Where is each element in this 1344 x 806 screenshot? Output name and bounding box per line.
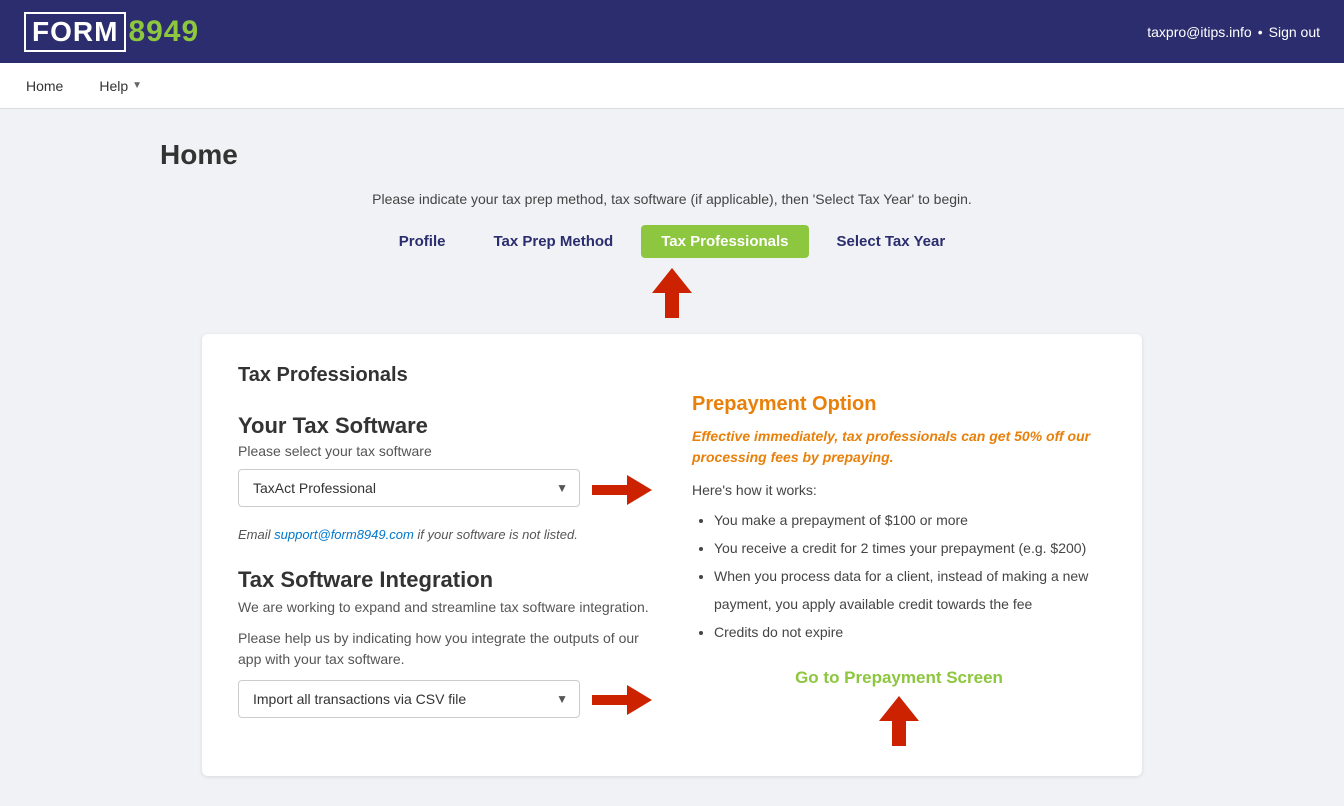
email-note-suffix: if your software is not listed. xyxy=(417,527,577,542)
sign-out-link[interactable]: Sign out xyxy=(1269,24,1320,40)
bullet-2: You receive a credit for 2 times your pr… xyxy=(714,534,1106,562)
prepayment-arrow-container xyxy=(692,696,1106,746)
bullet-3: When you process data for a client, inst… xyxy=(714,562,1106,618)
integration-desc2: Please help us by indicating how you int… xyxy=(238,628,652,670)
software-select-row: TaxAct Professional TurboTax Professiona… xyxy=(238,469,652,515)
your-software-title: Your Tax Software xyxy=(238,413,652,439)
support-email-link[interactable]: support@form8949.com xyxy=(274,527,414,542)
bullet-4: Credits do not expire xyxy=(714,618,1106,646)
bullet-list: You make a prepayment of $100 or more Yo… xyxy=(692,506,1106,646)
logo-number-text: 8949 xyxy=(128,15,199,49)
instruction-text: Please indicate your tax prep method, ta… xyxy=(20,191,1324,207)
nav-bar: Home Help ▼ xyxy=(0,63,1344,109)
tab-tax-prep-method[interactable]: Tax Prep Method xyxy=(473,225,633,258)
user-email: taxpro@itips.info xyxy=(1147,24,1251,40)
nav-home[interactable]: Home xyxy=(20,74,69,98)
integration-red-arrow xyxy=(592,685,652,720)
left-column: Your Tax Software Please select your tax… xyxy=(238,393,652,746)
software-select[interactable]: TaxAct Professional TurboTax Professiona… xyxy=(238,469,580,507)
software-select-wrapper: TaxAct Professional TurboTax Professiona… xyxy=(238,469,580,507)
up-arrow-icon xyxy=(652,268,692,318)
tab-bar: Profile Tax Prep Method Tax Professional… xyxy=(20,225,1324,258)
bullet-1: You make a prepayment of $100 or more xyxy=(714,506,1106,534)
email-note-prefix: Email xyxy=(238,527,271,542)
software-red-arrow xyxy=(592,475,652,510)
nav-help-label: Help xyxy=(99,78,128,94)
tab-profile[interactable]: Profile xyxy=(379,225,466,258)
integration-select[interactable]: Import all transactions via CSV file Man… xyxy=(238,680,580,718)
tab-tax-professionals[interactable]: Tax Professionals xyxy=(641,225,808,258)
heres-how-text: Here's how it works: xyxy=(692,482,1106,498)
right-column: Prepayment Option Effective immediately,… xyxy=(692,393,1106,746)
integration-section: Tax Software Integration We are working … xyxy=(238,567,652,726)
tab-select-tax-year[interactable]: Select Tax Year xyxy=(817,225,966,258)
logo: FORM 8949 xyxy=(24,12,199,52)
top-header: FORM 8949 taxpro@itips.info • Sign out xyxy=(0,0,1344,63)
header-user-info: taxpro@itips.info • Sign out xyxy=(1147,24,1320,40)
prepayment-up-arrow-icon xyxy=(879,696,919,746)
integration-desc1: We are working to expand and streamline … xyxy=(238,597,652,618)
help-dropdown-arrow: ▼ xyxy=(132,80,142,91)
email-note: Email support@form8949.com if your softw… xyxy=(238,525,652,545)
prepayment-subtitle: Effective immediately, tax professionals… xyxy=(692,426,1106,468)
integration-select-wrapper: Import all transactions via CSV file Man… xyxy=(238,680,580,718)
main-content: Home Please indicate your tax prep metho… xyxy=(0,109,1344,806)
integration-select-row: Import all transactions via CSV file Man… xyxy=(238,680,652,726)
software-label: Please select your tax software xyxy=(238,443,652,459)
prepayment-title: Prepayment Option xyxy=(692,393,1106,416)
tab-arrow-container xyxy=(20,268,1324,318)
separator-dot: • xyxy=(1258,24,1263,40)
logo-form-text: FORM xyxy=(24,12,126,52)
nav-help[interactable]: Help ▼ xyxy=(93,74,148,98)
main-card: Tax Professionals Your Tax Software Plea… xyxy=(202,334,1142,776)
integration-title: Tax Software Integration xyxy=(238,567,652,593)
card-main-title: Tax Professionals xyxy=(238,364,1106,387)
go-to-prepayment-link[interactable]: Go to Prepayment Screen xyxy=(692,668,1106,688)
page-title: Home xyxy=(160,139,1324,171)
card-grid: Your Tax Software Please select your tax… xyxy=(238,393,1106,746)
